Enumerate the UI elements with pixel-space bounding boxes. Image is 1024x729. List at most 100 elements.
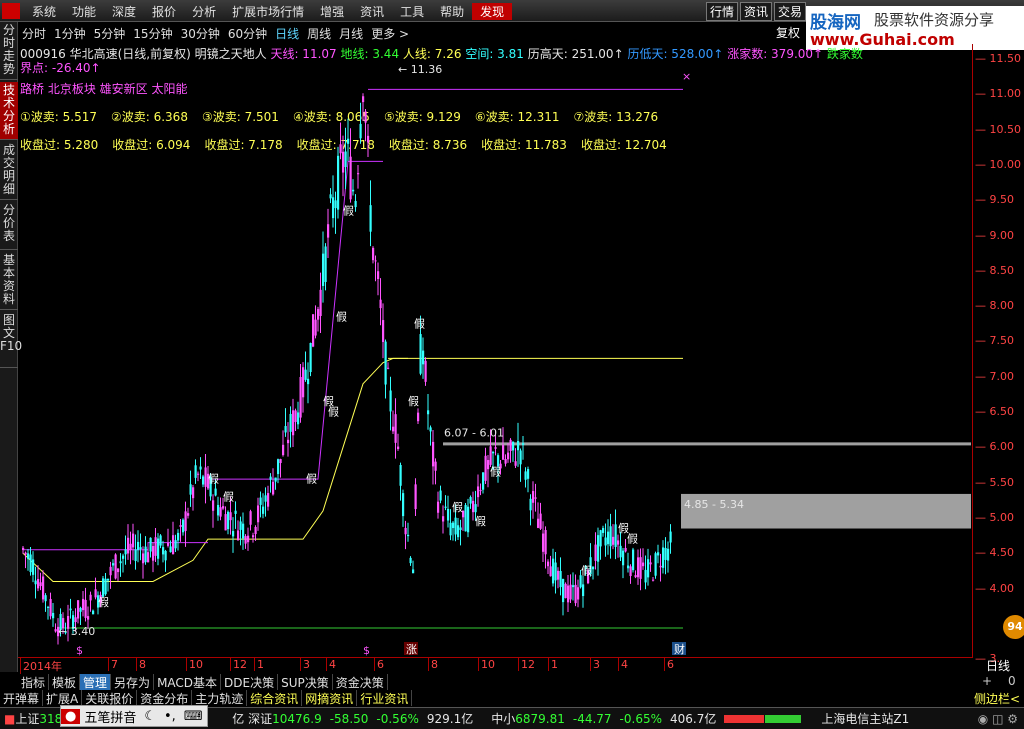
candle-body <box>172 535 175 555</box>
time-axis: 2014年 7 8 10 12 1 3 4 6 8 10 12 1 3 4 6 <box>18 657 972 674</box>
y-tick-label: — 4.00 <box>975 581 1014 595</box>
tb-main-track[interactable]: 主力轨迹 <box>192 690 248 706</box>
menu-help[interactable]: 帮助 <box>432 3 472 20</box>
candle-body <box>562 579 565 603</box>
app-logo-icon[interactable] <box>2 3 20 19</box>
menu-quote[interactable]: 报价 <box>144 3 184 20</box>
period-more[interactable]: 更多 > <box>367 25 413 42</box>
candle-body <box>402 493 405 517</box>
candle-body <box>129 543 132 551</box>
candle-body <box>317 309 320 320</box>
ime-moon-icon[interactable]: ☾ <box>140 709 160 724</box>
candle-body <box>42 576 45 600</box>
tb-web-news[interactable]: 网摘资讯 <box>302 690 358 706</box>
tb-extend-a[interactable]: 扩展A <box>43 690 83 706</box>
sidebar-tab-f10[interactable]: 图文F10 <box>0 312 22 368</box>
floating-badge[interactable]: 94 <box>1003 615 1024 639</box>
menu-analysis[interactable]: 分析 <box>184 3 224 20</box>
candle-body <box>422 350 425 365</box>
restore-button[interactable]: 复权 <box>776 24 800 41</box>
period-15min[interactable]: 15分钟 <box>129 25 176 42</box>
tb-general-news[interactable]: 综合资讯 <box>247 690 303 706</box>
period-indicator[interactable]: 日线 <box>974 657 1022 673</box>
tb-fund[interactable]: 资金决策 <box>333 674 388 690</box>
candle-body <box>109 566 112 576</box>
y-tick-label: — 5.50 <box>975 475 1014 489</box>
candle-body <box>292 410 295 436</box>
candle-body <box>34 580 37 585</box>
sidebar-tab-technical[interactable]: 技术分析 <box>0 82 18 140</box>
period-daily[interactable]: 日线 <box>271 25 303 42</box>
ime-toolbar: ● 五笔拼音 ☾ •, ⌨ <box>60 705 208 727</box>
zoom-reset-button[interactable]: 0 <box>1008 674 1016 688</box>
fake-signal-label: 假 <box>328 405 339 419</box>
candle-body <box>577 587 580 600</box>
candle-body <box>527 469 530 479</box>
zoom-in-button[interactable]: + <box>982 674 992 688</box>
tb-sup[interactable]: SUP决策 <box>278 674 333 690</box>
tab-trade[interactable]: 交易 <box>774 2 807 21</box>
candle-body <box>232 531 235 537</box>
candle-body <box>432 441 435 467</box>
menu-extended-market[interactable]: 扩展市场行情 <box>224 3 312 20</box>
y-tick-label: — 8.50 <box>975 263 1014 277</box>
menu-tools[interactable]: 工具 <box>392 3 432 20</box>
y-tick-label: — 9.50 <box>975 193 1014 207</box>
menu-system[interactable]: 系统 <box>24 3 64 20</box>
period-monthly[interactable]: 月线 <box>335 25 367 42</box>
tb-manage[interactable]: 管理 <box>80 674 112 690</box>
tb-danmaku[interactable]: 开弹幕 <box>0 690 44 706</box>
sidebar-tab-fundamentals[interactable]: 基本资料 <box>0 252 18 310</box>
candle-body <box>554 562 557 581</box>
candle-body <box>357 173 360 175</box>
period-timeshare[interactable]: 分时 <box>18 25 50 42</box>
tb-related-quote[interactable]: 关联报价 <box>82 690 138 706</box>
tb-industry-news[interactable]: 行业资讯 <box>357 690 413 706</box>
period-30min[interactable]: 30分钟 <box>177 25 224 42</box>
candle-body <box>84 599 87 618</box>
support-step-line <box>22 357 408 582</box>
candle-body <box>349 156 352 200</box>
candle-body <box>592 566 595 570</box>
tb-fund-dist[interactable]: 资金分布 <box>137 690 193 706</box>
candle-body <box>162 547 165 555</box>
period-1min[interactable]: 1分钟 <box>50 25 90 42</box>
sidebar-tab-trades[interactable]: 成交明细 <box>0 142 18 200</box>
candle-body <box>214 488 217 496</box>
x-tick-label: 12 <box>518 658 535 671</box>
period-60min[interactable]: 60分钟 <box>224 25 271 42</box>
tab-market[interactable]: 行情 <box>706 2 739 21</box>
sidebar-tab-timeshare[interactable]: 分时走势 <box>0 22 18 80</box>
sidebar-tab-price-table[interactable]: 分价表 <box>0 202 18 250</box>
candle-body <box>534 497 537 499</box>
menu-discover[interactable]: 发现 <box>472 3 513 20</box>
menu-news[interactable]: 资讯 <box>352 3 392 20</box>
tb-template[interactable]: 模板 <box>49 674 81 690</box>
candle-body <box>184 511 187 531</box>
candle-body <box>117 568 120 573</box>
server-station[interactable]: 上海电信主站Z1 <box>821 710 909 727</box>
ime-punct-icon[interactable]: •, <box>160 709 180 724</box>
ime-mode[interactable]: 五笔拼音 <box>80 707 140 726</box>
period-weekly[interactable]: 周线 <box>303 25 335 42</box>
candle-body <box>177 532 180 541</box>
period-5min[interactable]: 5分钟 <box>90 25 130 42</box>
menu-enhance[interactable]: 增强 <box>312 3 352 20</box>
candle-body <box>397 446 400 450</box>
tb-save-as[interactable]: 另存为 <box>111 674 155 690</box>
menu-depth[interactable]: 深度 <box>104 3 144 20</box>
candle-body <box>267 493 270 507</box>
tb-macd[interactable]: MACD基本 <box>154 674 222 690</box>
tab-news[interactable]: 资讯 <box>740 2 773 21</box>
candle-body <box>644 569 647 583</box>
menu-function[interactable]: 功能 <box>64 3 104 20</box>
tb-indicator[interactable]: 指标 <box>18 674 50 690</box>
ime-logo-icon[interactable]: ● <box>61 708 81 724</box>
tb-dde[interactable]: DDE决策 <box>221 674 279 690</box>
candle-body <box>484 455 487 481</box>
ime-keyboard-icon[interactable]: ⌨ <box>180 709 207 724</box>
kline-chart[interactable]: ← 11.36← 3.406.07 - 6.014.85 - 5.34×假假假假… <box>18 44 972 657</box>
sidebar-toggle[interactable]: 侧边栏< <box>974 690 1020 707</box>
y-tick-label: — 7.50 <box>975 334 1014 348</box>
sh-index-value: 318 <box>39 711 63 726</box>
